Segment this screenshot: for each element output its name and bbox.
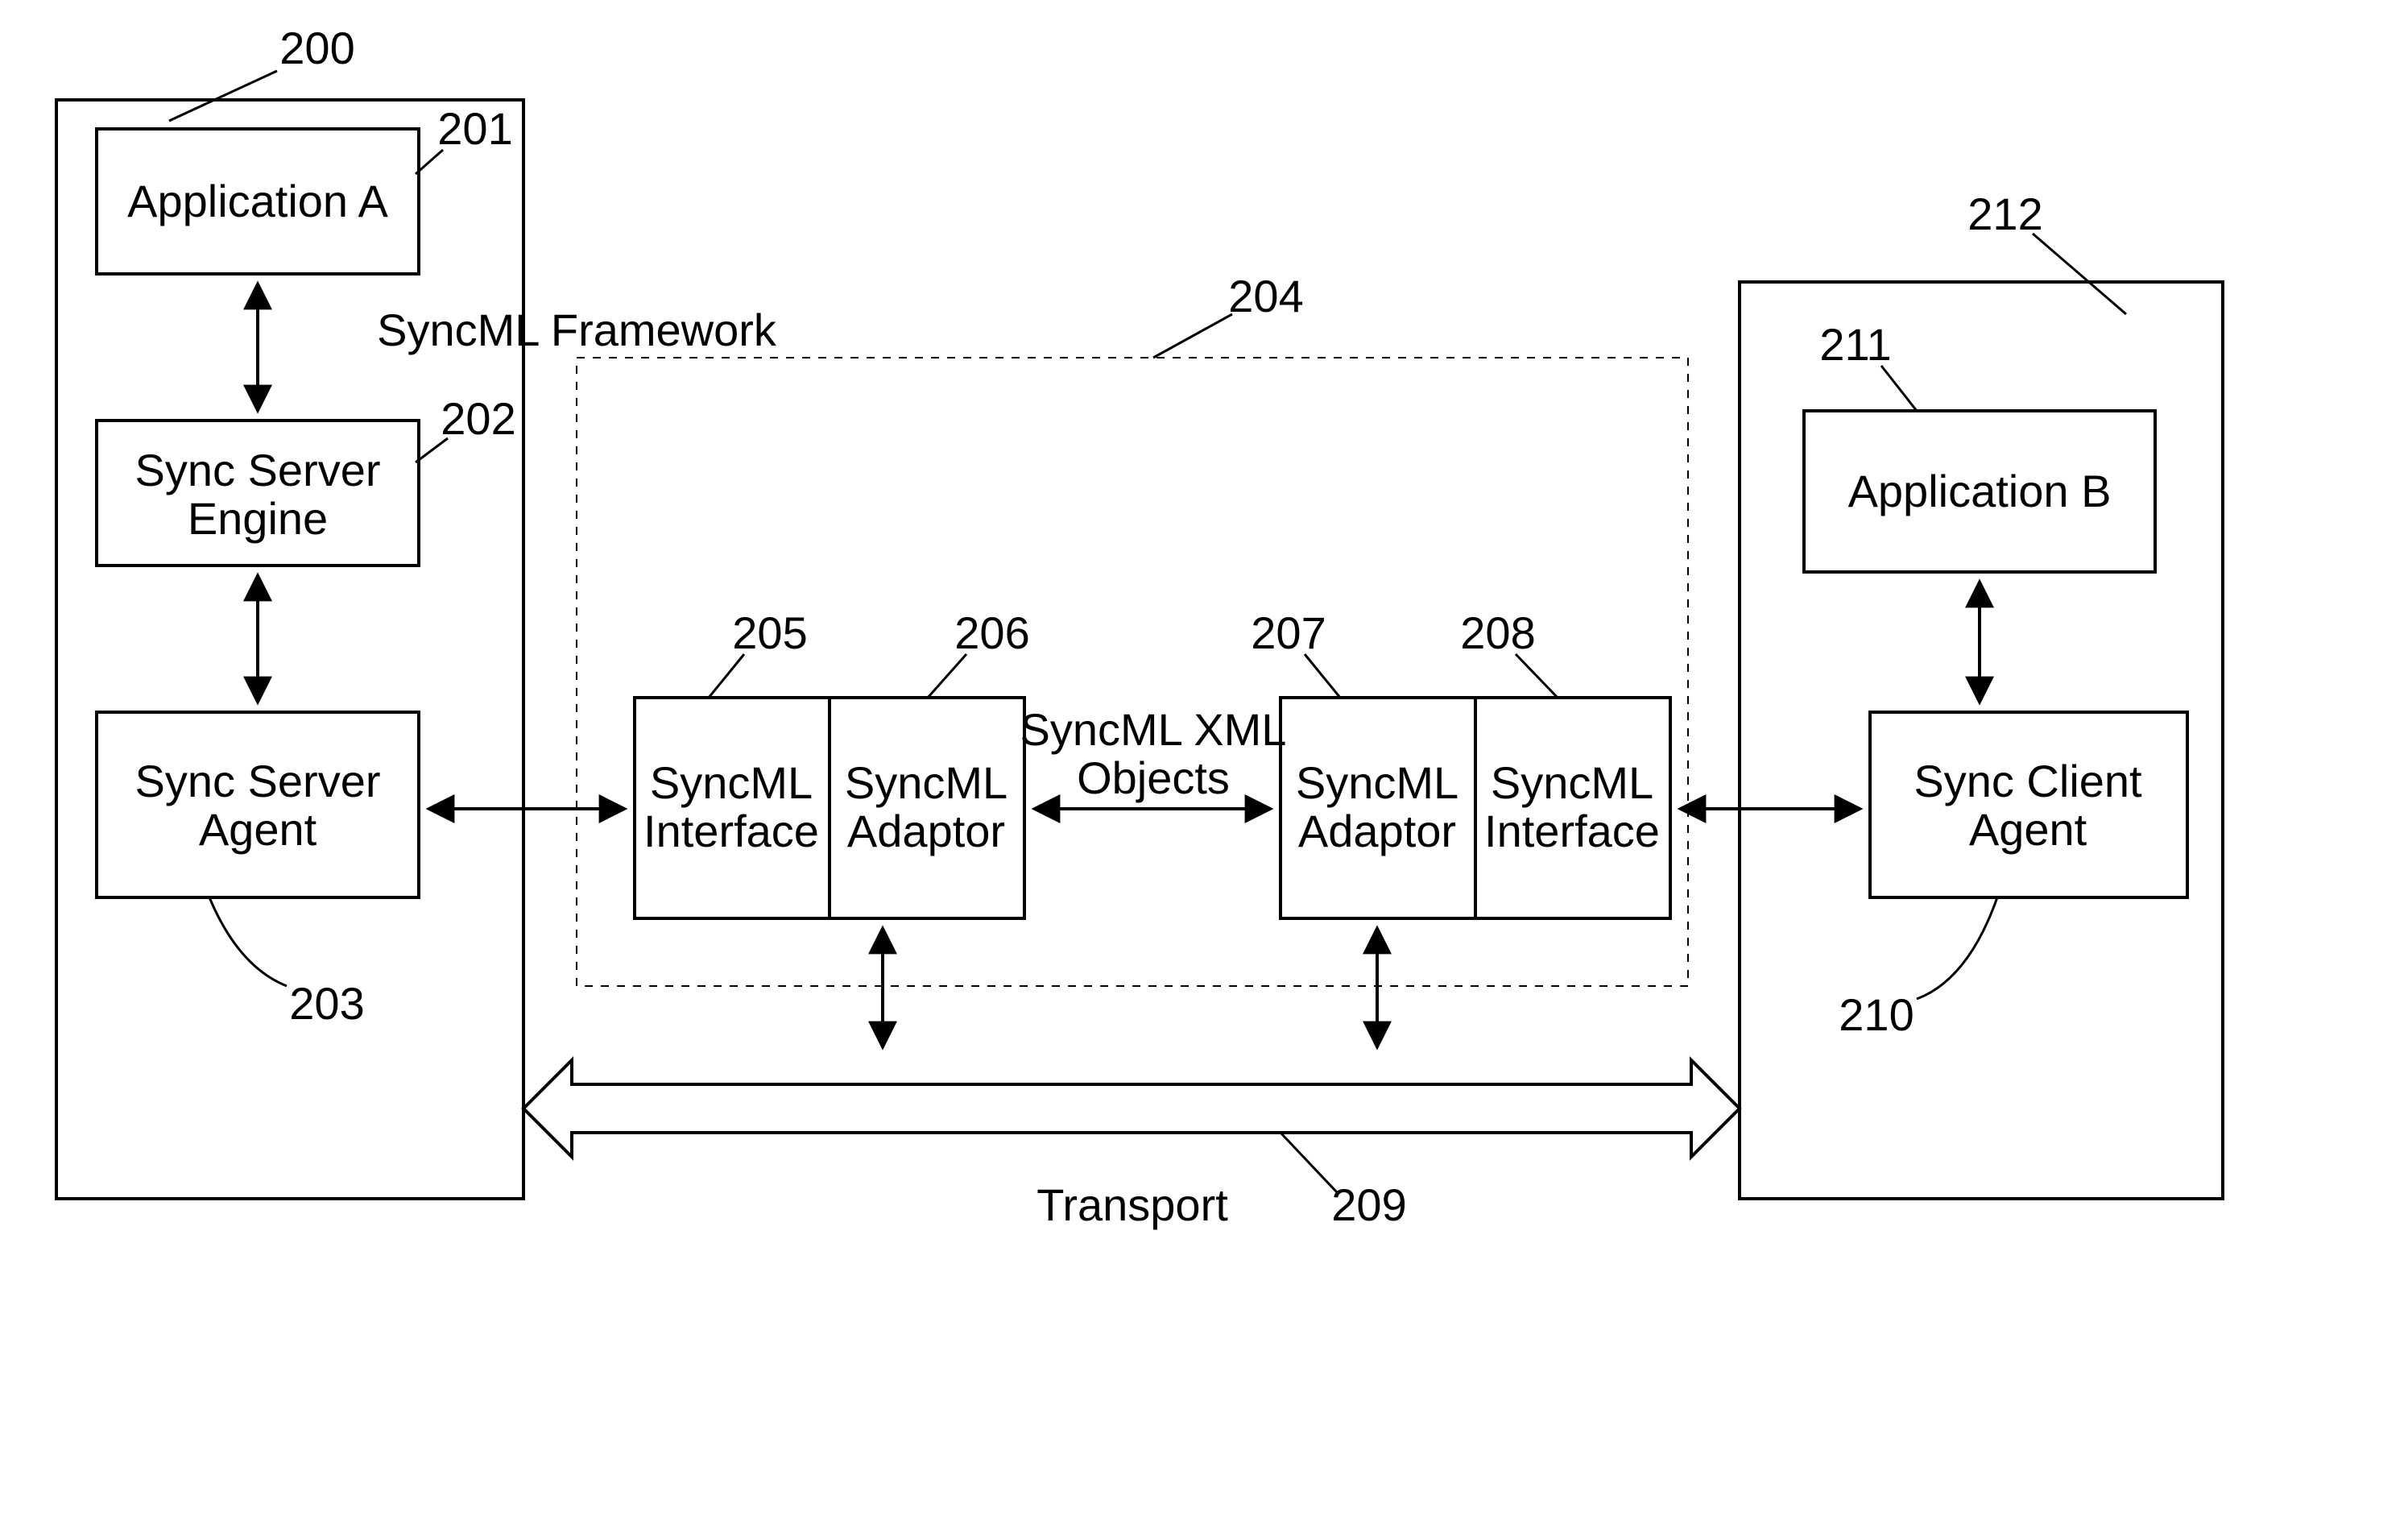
client-container [1740, 282, 2223, 1199]
ref-200: 200 [279, 23, 354, 73]
server-container [56, 100, 523, 1199]
xml-objects-l1: SyncML XML [1020, 704, 1287, 755]
ref-212: 212 [1967, 189, 2042, 239]
ref-205: 205 [732, 607, 807, 658]
syncml-framework-title: SyncML Framework [377, 305, 777, 355]
ref-201: 201 [437, 103, 512, 154]
ref-204: 204 [1228, 271, 1303, 321]
sync-server-agent-l2: Agent [199, 804, 317, 855]
transport-label: Transport [1036, 1179, 1228, 1230]
syncml-adaptor-right-l1: SyncML [1296, 757, 1458, 808]
syncml-interface-left-l1: SyncML [650, 757, 813, 808]
syncml-interface-right-l1: SyncML [1491, 757, 1653, 808]
ref-202: 202 [441, 393, 515, 444]
syncml-framework-box [577, 358, 1688, 986]
syncml-interface-right-l2: Interface [1484, 806, 1660, 856]
application-b-label: Application B [1848, 466, 2112, 516]
ref-209: 209 [1331, 1179, 1406, 1230]
ref-211: 211 [1819, 319, 1891, 370]
sync-client-agent-l1: Sync Client [1914, 756, 2142, 806]
ref-207: 207 [1251, 607, 1326, 658]
sync-server-engine-l1: Sync Server [135, 445, 381, 495]
syncml-adaptor-left-l1: SyncML [845, 757, 1007, 808]
transport-arrow [523, 1060, 1740, 1157]
sync-client-agent-l2: Agent [1969, 804, 2087, 855]
ref-208: 208 [1460, 607, 1535, 658]
ref-206: 206 [954, 607, 1029, 658]
syncml-adaptor-left-l2: Adaptor [847, 806, 1005, 856]
sync-server-engine-l2: Engine [188, 493, 328, 544]
application-a-label: Application A [127, 176, 388, 226]
syncml-interface-left-l2: Interface [643, 806, 819, 856]
ref-210: 210 [1839, 989, 1914, 1040]
ref-203: 203 [289, 978, 364, 1029]
xml-objects-l2: Objects [1077, 752, 1230, 803]
sync-server-agent-l1: Sync Server [135, 756, 381, 806]
syncml-adaptor-right-l2: Adaptor [1298, 806, 1456, 856]
